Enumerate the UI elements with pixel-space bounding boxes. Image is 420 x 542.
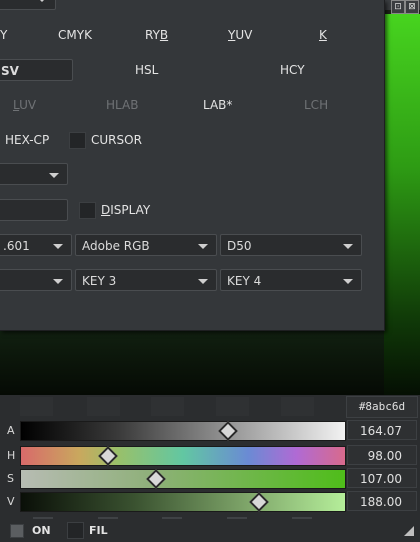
green-preview-strip[interactable] (384, 14, 420, 395)
swatch[interactable] (151, 397, 184, 416)
on-checkbox[interactable] (10, 524, 24, 538)
tab-yuv[interactable]: YUV (228, 28, 252, 42)
channel-h-label: H (7, 449, 16, 462)
value-value[interactable]: 188.00 (347, 491, 417, 511)
mode-dropdown[interactable] (0, 163, 68, 185)
display-label: DISPLAY (101, 203, 151, 217)
value-slider[interactable] (20, 492, 346, 512)
fil-label: FIL (89, 524, 108, 537)
tab-lab[interactable]: LAB* (203, 98, 232, 112)
tab-lch[interactable]: LCH (304, 98, 328, 112)
tab-hsv-active[interactable]: SV (0, 59, 73, 81)
hex-cp-label: HEX-CP (5, 133, 50, 147)
preview-shadow (0, 330, 384, 395)
swatch[interactable] (216, 397, 249, 416)
tab-hcy[interactable]: HCY (280, 63, 305, 77)
top-dropdown[interactable] (0, 0, 56, 10)
tick (162, 517, 182, 519)
swatch[interactable] (87, 397, 120, 416)
hex-value-field[interactable]: #8abc6d (346, 396, 418, 418)
fil-checkbox[interactable] (67, 522, 84, 539)
channel-s-label: S (7, 472, 14, 485)
cursor-label: CURSOR (91, 133, 142, 147)
alpha-slider[interactable] (20, 421, 346, 441)
tab-hsl[interactable]: HSL (135, 63, 158, 77)
key2-select[interactable] (0, 269, 72, 291)
tick (33, 517, 53, 519)
resize-grip-icon[interactable] (404, 526, 414, 536)
hue-slider[interactable] (20, 446, 346, 466)
swatch[interactable] (281, 397, 314, 416)
color-model-panel: Y CMYK RYB YUV K SV HSL HCY LUV HLAB LAB… (0, 0, 385, 331)
tick (227, 517, 247, 519)
tick (98, 517, 118, 519)
saturation-value[interactable]: 107.00 (347, 468, 417, 488)
hue-value[interactable]: 98.00 (347, 445, 417, 465)
tab-hlab[interactable]: HLAB (106, 98, 138, 112)
float-icon[interactable]: ⊡ (391, 0, 405, 14)
profile-select[interactable]: Adobe RGB (75, 234, 217, 256)
tick (292, 517, 312, 519)
tab-cmyk[interactable]: CMYK (58, 28, 92, 42)
key4-select[interactable]: KEY 4 (220, 269, 362, 291)
gamma-select[interactable]: .601 (0, 234, 72, 256)
on-label: ON (32, 524, 51, 537)
saturation-slider[interactable] (20, 469, 346, 489)
tab-luv[interactable]: LUV (13, 98, 36, 112)
illuminant-select[interactable]: D50 (220, 234, 362, 256)
tab-k[interactable]: K (319, 28, 327, 42)
channel-a-label: A (7, 424, 15, 437)
tab-y[interactable]: Y (0, 28, 7, 42)
display-checkbox[interactable] (79, 202, 96, 219)
swatch[interactable] (20, 397, 53, 416)
key3-select[interactable]: KEY 3 (75, 269, 217, 291)
display-input[interactable] (0, 199, 68, 221)
tab-ryb[interactable]: RYB (145, 28, 168, 42)
close-icon[interactable]: ⊠ (405, 0, 419, 14)
channel-v-label: V (7, 495, 15, 508)
cursor-checkbox[interactable] (69, 132, 86, 149)
alpha-value[interactable]: 164.07 (347, 420, 417, 440)
